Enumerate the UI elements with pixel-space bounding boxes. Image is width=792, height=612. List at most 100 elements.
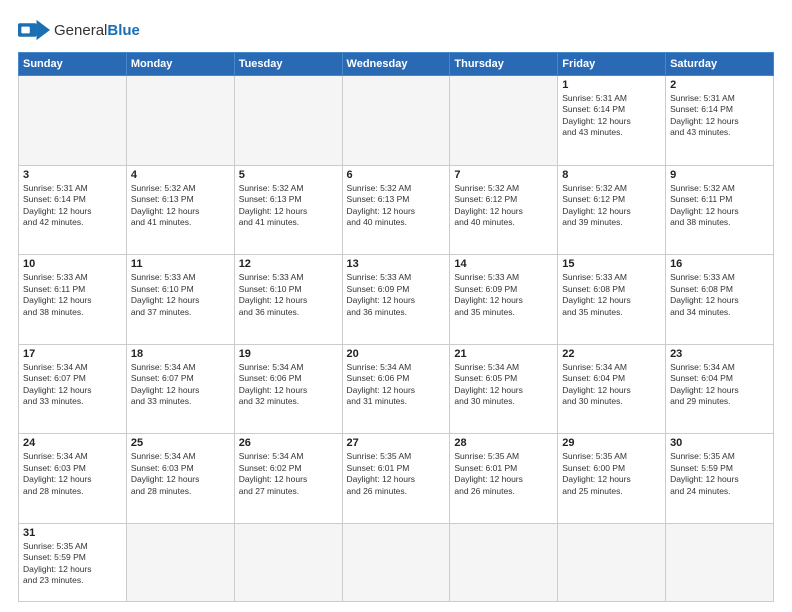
day-info: Sunrise: 5:34 AM Sunset: 6:04 PM Dayligh…	[670, 362, 769, 408]
day-number: 3	[23, 169, 122, 181]
day-info: Sunrise: 5:32 AM Sunset: 6:13 PM Dayligh…	[239, 183, 338, 229]
table-row: 14 Sunrise: 5:33 AM Sunset: 6:09 PM Dayli…	[450, 255, 558, 345]
day-info: Sunrise: 5:34 AM Sunset: 6:02 PM Dayligh…	[239, 451, 338, 497]
day-info: Sunrise: 5:34 AM Sunset: 6:06 PM Dayligh…	[347, 362, 446, 408]
table-row: 12 Sunrise: 5:33 AM Sunset: 6:10 PM Dayli…	[234, 255, 342, 345]
table-row: 27Sunrise: 5:35 AM Sunset: 6:01 PM Dayli…	[342, 434, 450, 524]
day-number: 7	[454, 169, 553, 181]
day-info: Sunrise: 5:34 AM Sunset: 6:05 PM Dayligh…	[454, 362, 553, 408]
table-row: 2 Sunrise: 5:31 AM Sunset: 6:14 PM Daylig…	[666, 76, 774, 166]
day-number: 20	[347, 348, 446, 360]
calendar-table: Sunday Monday Tuesday Wednesday Thursday…	[18, 52, 774, 602]
table-row: 5 Sunrise: 5:32 AM Sunset: 6:13 PM Daylig…	[234, 165, 342, 255]
col-tuesday: Tuesday	[234, 53, 342, 76]
day-number: 25	[131, 437, 230, 449]
table-row: 8Sunrise: 5:32 AM Sunset: 6:12 PM Daylig…	[558, 165, 666, 255]
day-info: Sunrise: 5:32 AM Sunset: 6:11 PM Dayligh…	[670, 183, 769, 229]
day-number: 27	[347, 437, 446, 449]
day-info: Sunrise: 5:31 AM Sunset: 6:14 PM Dayligh…	[23, 183, 122, 229]
day-number: 1	[562, 79, 661, 91]
table-row: 17 Sunrise: 5:34 AM Sunset: 6:07 PM Dayli…	[19, 344, 127, 434]
table-row: 24 Sunrise: 5:34 AM Sunset: 6:03 PM Dayli…	[19, 434, 127, 524]
table-row	[234, 523, 342, 601]
day-number: 6	[347, 169, 446, 181]
day-number: 17	[23, 348, 122, 360]
calendar-week-row: 17 Sunrise: 5:34 AM Sunset: 6:07 PM Dayli…	[19, 344, 774, 434]
table-row: 31 Sunrise: 5:35 AM Sunset: 5:59 PM Dayli…	[19, 523, 127, 601]
day-info: Sunrise: 5:35 AM Sunset: 6:00 PM Dayligh…	[562, 451, 661, 497]
day-info: Sunrise: 5:33 AM Sunset: 6:09 PM Dayligh…	[347, 272, 446, 318]
table-row: 22Sunrise: 5:34 AM Sunset: 6:04 PM Dayli…	[558, 344, 666, 434]
header: GeneralBlue	[18, 16, 774, 44]
day-info: Sunrise: 5:34 AM Sunset: 6:03 PM Dayligh…	[23, 451, 122, 497]
day-number: 29	[562, 437, 661, 449]
day-number: 28	[454, 437, 553, 449]
day-info: Sunrise: 5:33 AM Sunset: 6:10 PM Dayligh…	[131, 272, 230, 318]
day-info: Sunrise: 5:35 AM Sunset: 5:59 PM Dayligh…	[23, 541, 122, 587]
day-info: Sunrise: 5:31 AM Sunset: 6:14 PM Dayligh…	[670, 93, 769, 139]
day-number: 8	[562, 169, 661, 181]
day-info: Sunrise: 5:32 AM Sunset: 6:12 PM Dayligh…	[454, 183, 553, 229]
day-info: Sunrise: 5:33 AM Sunset: 6:11 PM Dayligh…	[23, 272, 122, 318]
day-info: Sunrise: 5:33 AM Sunset: 6:10 PM Dayligh…	[239, 272, 338, 318]
day-number: 14	[454, 258, 553, 270]
day-info: Sunrise: 5:31 AM Sunset: 6:14 PM Dayligh…	[562, 93, 661, 139]
day-number: 2	[670, 79, 769, 91]
table-row: 16 Sunrise: 5:33 AM Sunset: 6:08 PM Dayli…	[666, 255, 774, 345]
table-row: 13Sunrise: 5:33 AM Sunset: 6:09 PM Dayli…	[342, 255, 450, 345]
table-row: 18Sunrise: 5:34 AM Sunset: 6:07 PM Dayli…	[126, 344, 234, 434]
col-monday: Monday	[126, 53, 234, 76]
table-row: 26Sunrise: 5:34 AM Sunset: 6:02 PM Dayli…	[234, 434, 342, 524]
table-row: 1 Sunrise: 5:31 AM Sunset: 6:14 PM Daylig…	[558, 76, 666, 166]
day-number: 30	[670, 437, 769, 449]
day-info: Sunrise: 5:33 AM Sunset: 6:08 PM Dayligh…	[562, 272, 661, 318]
day-number: 22	[562, 348, 661, 360]
day-number: 21	[454, 348, 553, 360]
table-row	[450, 523, 558, 601]
table-row: 11Sunrise: 5:33 AM Sunset: 6:10 PM Dayli…	[126, 255, 234, 345]
day-number: 23	[670, 348, 769, 360]
day-number: 4	[131, 169, 230, 181]
table-row	[558, 523, 666, 601]
day-number: 15	[562, 258, 661, 270]
calendar-week-row: 10 Sunrise: 5:33 AM Sunset: 6:11 PM Dayli…	[19, 255, 774, 345]
col-friday: Friday	[558, 53, 666, 76]
logo: GeneralBlue	[18, 16, 140, 44]
day-number: 10	[23, 258, 122, 270]
col-sunday: Sunday	[19, 53, 127, 76]
table-row	[126, 76, 234, 166]
table-row	[666, 523, 774, 601]
calendar-week-row: 24 Sunrise: 5:34 AM Sunset: 6:03 PM Dayli…	[19, 434, 774, 524]
table-row: 30Sunrise: 5:35 AM Sunset: 5:59 PM Dayli…	[666, 434, 774, 524]
day-info: Sunrise: 5:33 AM Sunset: 6:08 PM Dayligh…	[670, 272, 769, 318]
generalblue-logo-icon	[18, 16, 50, 44]
calendar-header-row: Sunday Monday Tuesday Wednesday Thursday…	[19, 53, 774, 76]
day-number: 9	[670, 169, 769, 181]
day-number: 24	[23, 437, 122, 449]
day-info: Sunrise: 5:34 AM Sunset: 6:07 PM Dayligh…	[23, 362, 122, 408]
table-row	[342, 523, 450, 601]
day-number: 18	[131, 348, 230, 360]
table-row: 28Sunrise: 5:35 AM Sunset: 6:01 PM Dayli…	[450, 434, 558, 524]
table-row: 3 Sunrise: 5:31 AM Sunset: 6:14 PM Daylig…	[19, 165, 127, 255]
day-info: Sunrise: 5:34 AM Sunset: 6:06 PM Dayligh…	[239, 362, 338, 408]
table-row: 29 Sunrise: 5:35 AM Sunset: 6:00 PM Dayli…	[558, 434, 666, 524]
day-number: 5	[239, 169, 338, 181]
day-number: 31	[23, 527, 122, 539]
table-row: 23 Sunrise: 5:34 AM Sunset: 6:04 PM Dayli…	[666, 344, 774, 434]
table-row: 4Sunrise: 5:32 AM Sunset: 6:13 PM Daylig…	[126, 165, 234, 255]
day-info: Sunrise: 5:33 AM Sunset: 6:09 PM Dayligh…	[454, 272, 553, 318]
logo-text: GeneralBlue	[54, 23, 140, 38]
day-number: 19	[239, 348, 338, 360]
calendar-week-row: 1 Sunrise: 5:31 AM Sunset: 6:14 PM Daylig…	[19, 76, 774, 166]
table-row: 19 Sunrise: 5:34 AM Sunset: 6:06 PM Dayli…	[234, 344, 342, 434]
table-row: 6Sunrise: 5:32 AM Sunset: 6:13 PM Daylig…	[342, 165, 450, 255]
table-row: 21 Sunrise: 5:34 AM Sunset: 6:05 PM Dayli…	[450, 344, 558, 434]
calendar-week-row: 31 Sunrise: 5:35 AM Sunset: 5:59 PM Dayli…	[19, 523, 774, 601]
table-row	[234, 76, 342, 166]
table-row: 9 Sunrise: 5:32 AM Sunset: 6:11 PM Daylig…	[666, 165, 774, 255]
table-row: 15 Sunrise: 5:33 AM Sunset: 6:08 PM Dayli…	[558, 255, 666, 345]
table-row: 25Sunrise: 5:34 AM Sunset: 6:03 PM Dayli…	[126, 434, 234, 524]
day-number: 16	[670, 258, 769, 270]
day-number: 12	[239, 258, 338, 270]
